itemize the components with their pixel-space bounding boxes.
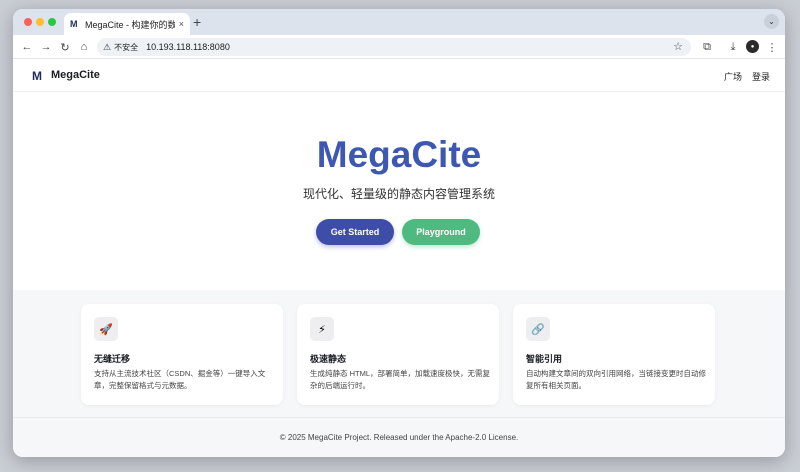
- download-icon[interactable]: ⤓: [725, 39, 741, 55]
- feature-title: 无缝迁移: [94, 354, 131, 364]
- rocket-icon: 🚀: [94, 317, 118, 341]
- hero-subtitle: 现代化、轻量级的静态内容管理系统: [302, 187, 495, 201]
- footer-copyright: © 2025 MegaCite Project. Released under …: [279, 433, 519, 442]
- back-icon[interactable]: ←: [19, 39, 35, 55]
- bookmark-star-icon[interactable]: ☆: [673, 40, 683, 53]
- lightning-icon: ⚡: [310, 317, 334, 341]
- feature-title: 智能引用: [526, 354, 563, 364]
- brand-name[interactable]: MegaCite: [51, 69, 100, 81]
- forward-icon[interactable]: →: [38, 39, 54, 55]
- close-tab-icon[interactable]: ×: [179, 19, 184, 29]
- close-window-button[interactable]: [24, 18, 32, 26]
- reload-icon[interactable]: ↻: [57, 39, 73, 55]
- browser-toolbar: ← → ↻ ⌂ ⚠ 不安全 10.193.118.118:8080 ☆ ⧉ ⤓ …: [13, 35, 785, 59]
- browser-window: M MegaCite - 构建你的数字花园 × + ⌄ ← → ↻ ⌂ ⚠ 不安…: [13, 9, 785, 457]
- maximize-window-button[interactable]: [48, 18, 56, 26]
- feature-description: 自动构建文章间的双向引用网络，当链接变更时自动修复所有相关页面。: [526, 369, 706, 390]
- security-label[interactable]: 不安全: [114, 42, 138, 53]
- extensions-icon[interactable]: ⧉: [699, 39, 715, 55]
- get-started-button[interactable]: Get Started: [316, 219, 394, 245]
- link-icon: 🔗: [526, 317, 550, 341]
- playground-button[interactable]: Playground: [402, 219, 480, 245]
- feature-card-migration: 🚀 无缝迁移 支持从主流技术社区（CSDN、掘金等）一键导入文章，完整保留格式与…: [81, 304, 283, 405]
- new-tab-button[interactable]: +: [193, 14, 201, 30]
- browser-tab[interactable]: M MegaCite - 构建你的数字花园 ×: [64, 13, 190, 35]
- feature-card-static: ⚡ 极速静态 生成纯静态 HTML，部署简单，加载速度极快，无需复杂的后端运行时…: [297, 304, 499, 405]
- profile-avatar[interactable]: ●: [746, 40, 759, 53]
- tab-search-button[interactable]: ⌄: [764, 14, 779, 29]
- hero-title: MegaCite: [316, 134, 482, 175]
- feature-description: 支持从主流技术社区（CSDN、掘金等）一键导入文章，完整保留格式与元数据。: [94, 369, 266, 390]
- feature-card-citation: 🔗 智能引用 自动构建文章间的双向引用网络，当链接变更时自动修复所有相关页面。: [513, 304, 715, 405]
- page-viewport: M MegaCite 广场 登录 MegaCite 现代化、轻量级的静态内容管理…: [13, 59, 785, 457]
- feature-description: 生成纯静态 HTML，部署简单，加载速度极快，无需复杂的后端运行时。: [310, 369, 490, 390]
- features-section: 🚀 无缝迁移 支持从主流技术社区（CSDN、掘金等）一键导入文章，完整保留格式与…: [13, 290, 785, 417]
- url-text[interactable]: 10.193.118.118:8080: [146, 42, 230, 52]
- brand-logo-icon[interactable]: M: [32, 69, 42, 83]
- address-bar[interactable]: ⚠ 不安全 10.193.118.118:8080 ☆: [97, 38, 691, 56]
- site-navbar: M MegaCite 广场 登录: [13, 59, 785, 92]
- nav-link-login[interactable]: 登录: [752, 70, 770, 83]
- tab-strip: M MegaCite - 构建你的数字花园 × + ⌄: [13, 9, 785, 35]
- warning-icon[interactable]: ⚠: [103, 42, 111, 53]
- nav-link-plaza[interactable]: 广场: [724, 70, 742, 83]
- menu-icon[interactable]: ⋮: [764, 39, 780, 55]
- feature-title: 极速静态: [310, 354, 347, 364]
- minimize-window-button[interactable]: [36, 18, 44, 26]
- site-footer: © 2025 MegaCite Project. Released under …: [13, 417, 785, 457]
- favicon-icon: M: [70, 19, 78, 29]
- home-icon[interactable]: ⌂: [76, 39, 92, 55]
- tab-title: MegaCite - 构建你的数字花园: [85, 19, 175, 30]
